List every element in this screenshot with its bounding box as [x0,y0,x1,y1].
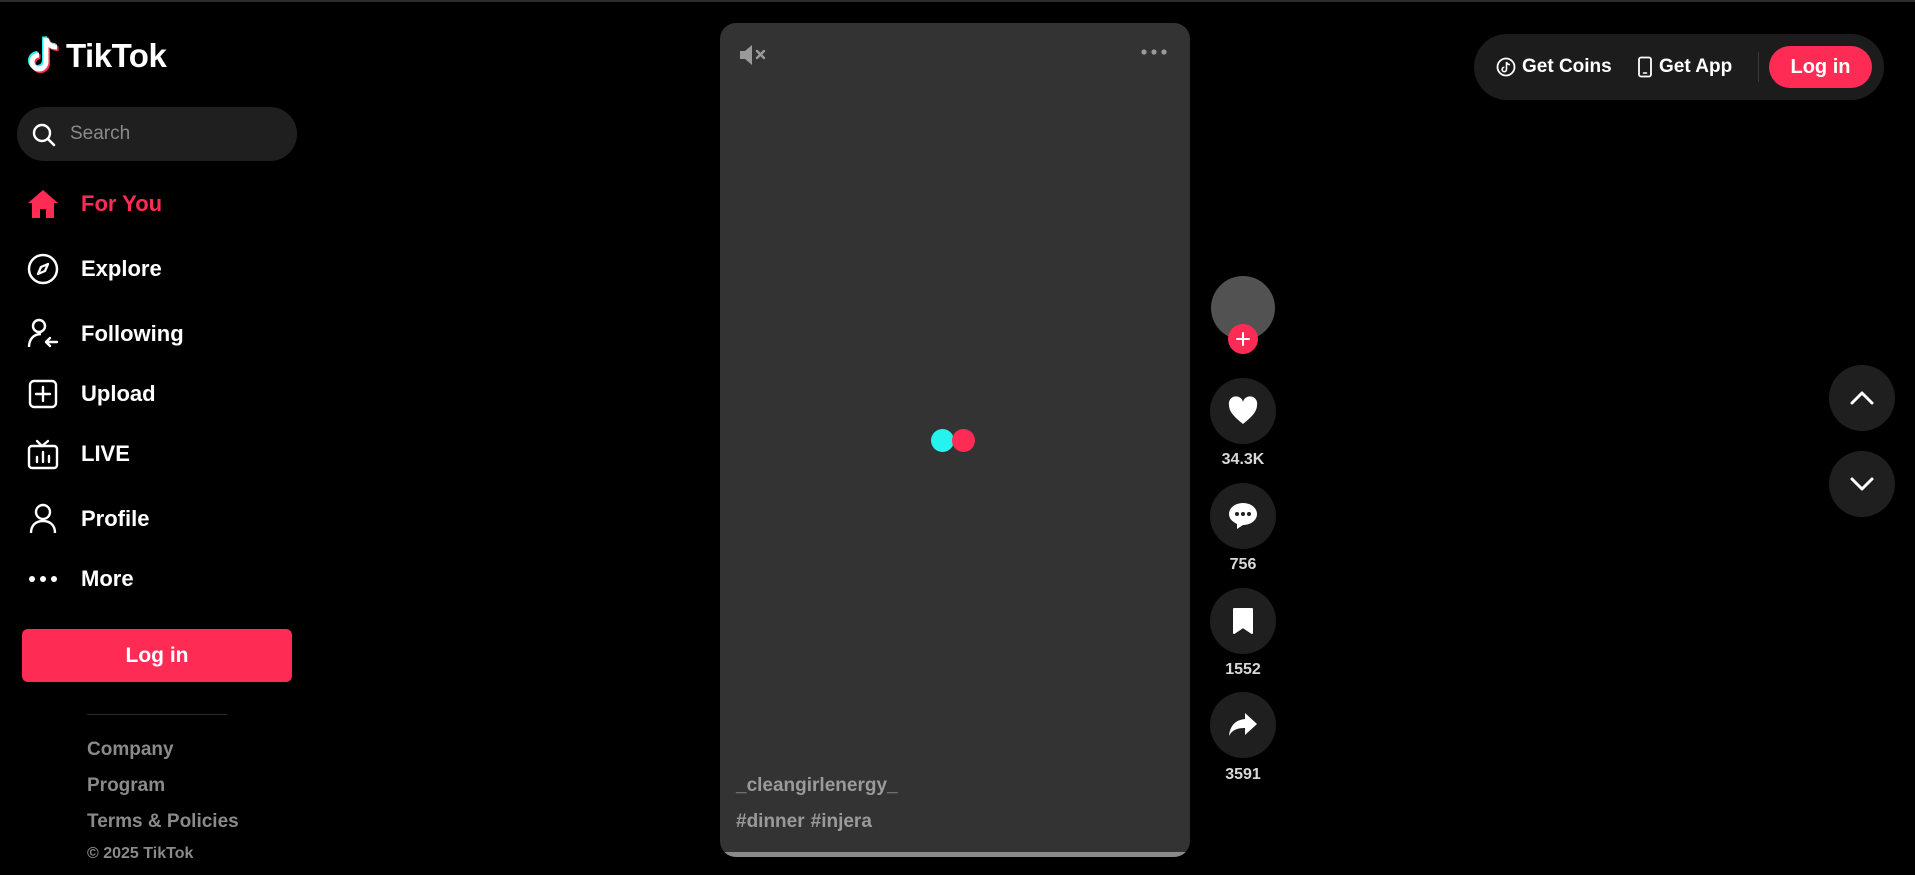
sidebar-item-label: LIVE [81,441,130,466]
save-count: 1552 [1225,661,1261,678]
comment-icon [1229,503,1257,529]
sidebar-login-button[interactable]: Log in [22,629,292,682]
follow-button[interactable] [1228,324,1258,354]
previous-video-button[interactable] [1829,365,1895,431]
loader-dot-cyan [931,429,954,452]
sidebar: TikTok For You Explore Following Upload [0,0,310,875]
live-tv-icon [26,437,60,471]
sidebar-item-explore[interactable]: Explore [26,249,162,289]
sidebar-item-following[interactable]: Following [26,314,184,354]
video-hashtags: #dinner #injera [736,811,872,833]
search-input[interactable] [70,119,280,149]
sidebar-item-upload[interactable]: Upload [26,374,156,414]
share-button[interactable] [1210,692,1276,758]
share-count: 3591 [1225,766,1261,783]
compass-icon [26,252,60,286]
home-icon [26,187,60,221]
tiktok-logo[interactable]: TikTok [26,36,167,76]
chevron-up-icon [1850,391,1874,405]
following-icon [26,317,60,351]
logo-text: TikTok [66,37,167,74]
sidebar-divider [87,714,227,715]
sidebar-item-for-you[interactable]: For You [26,184,162,224]
get-app-label: Get App [1659,56,1733,77]
sidebar-item-label: Following [81,321,184,346]
video-player[interactable]: _cleangirlenergy_ #dinner #injera [720,23,1190,857]
footer-link-terms[interactable]: Terms & Policies [87,811,239,833]
save-button[interactable] [1210,588,1276,654]
footer-link-company[interactable]: Company [87,739,174,761]
comment-button[interactable] [1210,483,1276,549]
topbar-login-button[interactable]: Log in [1769,46,1872,88]
get-coins-label: Get Coins [1522,56,1612,77]
sidebar-item-label: Upload [81,381,156,406]
sidebar-item-profile[interactable]: Profile [26,499,149,539]
plus-icon [1236,332,1250,346]
get-app-button[interactable]: Get App [1637,34,1732,100]
sidebar-item-live[interactable]: LIVE [26,434,130,474]
get-coins-button[interactable]: Get Coins [1496,34,1612,100]
muted-speaker-icon[interactable] [738,43,770,72]
tiktok-note-icon [28,36,59,73]
sidebar-item-more[interactable]: More [26,559,134,599]
share-icon [1229,713,1257,736]
bookmark-icon [1233,608,1253,634]
upload-icon [26,377,60,411]
more-dots-icon [26,562,60,596]
sidebar-item-label: Profile [81,506,150,531]
next-video-button[interactable] [1829,451,1895,517]
copyright: © 2025 TikTok [87,845,194,862]
tiktok-coin-icon [1496,57,1516,77]
search-bar[interactable] [17,107,297,161]
hashtag-link[interactable]: #injera [811,811,872,833]
video-progress-bar[interactable] [720,852,1190,857]
loader-dot-red [952,429,975,452]
video-author-username[interactable]: _cleangirlenergy_ [736,775,898,797]
search-icon [32,123,56,147]
comment-count: 756 [1229,556,1257,573]
video-more-options-icon[interactable] [1140,43,1168,61]
profile-icon [26,502,60,536]
hashtag-link[interactable]: #dinner [736,811,805,833]
like-count: 34.3K [1221,451,1265,468]
topbar-divider [1758,52,1759,82]
heart-icon [1228,396,1258,424]
footer-link-program[interactable]: Program [87,775,165,797]
like-button[interactable] [1210,378,1276,444]
chevron-down-icon [1850,477,1874,491]
sidebar-item-label: More [81,566,134,591]
phone-icon [1638,56,1652,78]
sidebar-item-label: For You [81,191,163,216]
sidebar-item-label: Explore [81,256,162,281]
top-action-bar: Get Coins Get App Log in [1474,34,1884,100]
loading-indicator [931,429,975,452]
